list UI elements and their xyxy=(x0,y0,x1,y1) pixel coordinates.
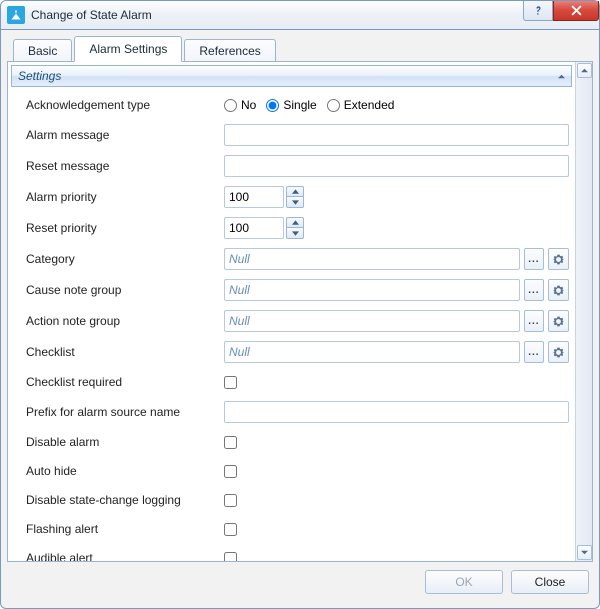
label-prefix-alarm-source: Prefix for alarm source name xyxy=(14,405,224,419)
checklist-input[interactable] xyxy=(224,341,520,363)
alarm-message-input[interactable] xyxy=(224,124,569,146)
window-body: Basic Alarm Settings References Settings… xyxy=(0,30,600,609)
section-title: Settings xyxy=(18,69,61,83)
tab-panel: Settings Acknowledgement type No Single … xyxy=(7,61,593,562)
label-disable-alarm: Disable alarm xyxy=(14,435,224,449)
vertical-scrollbar[interactable] xyxy=(575,62,592,561)
radio-extended-input[interactable] xyxy=(327,99,340,112)
label-action-note-group: Action note group xyxy=(14,314,224,328)
auto-hide-checkbox[interactable] xyxy=(224,465,237,478)
label-reset-message: Reset message xyxy=(14,159,224,173)
label-alarm-message: Alarm message xyxy=(14,128,224,142)
label-disable-state-change-logging: Disable state-change logging xyxy=(14,493,224,507)
scroll-up-button[interactable] xyxy=(577,63,592,78)
audible-alert-checkbox[interactable] xyxy=(224,552,237,562)
checklist-required-checkbox[interactable] xyxy=(224,376,237,389)
collapse-icon[interactable] xyxy=(558,69,565,83)
alarm-priority-down[interactable] xyxy=(286,197,304,208)
tab-strip: Basic Alarm Settings References xyxy=(13,36,593,62)
help-button[interactable] xyxy=(523,1,553,21)
radio-single[interactable]: Single xyxy=(266,98,316,112)
form-body: Acknowledgement type No Single Extended … xyxy=(8,87,575,561)
window-buttons xyxy=(523,1,599,29)
reset-priority-up[interactable] xyxy=(286,217,304,228)
close-button[interactable] xyxy=(553,1,599,21)
action-note-browse-button[interactable]: ... xyxy=(524,310,545,332)
label-ack-type: Acknowledgement type xyxy=(14,98,224,112)
alarm-priority-up[interactable] xyxy=(286,186,304,197)
label-flashing-alert: Flashing alert xyxy=(14,522,224,536)
checklist-gear-button[interactable] xyxy=(548,341,569,363)
tab-references[interactable]: References xyxy=(184,39,275,62)
radio-no[interactable]: No xyxy=(224,98,256,112)
flashing-alert-checkbox[interactable] xyxy=(224,523,237,536)
radio-single-input[interactable] xyxy=(266,99,279,112)
label-auto-hide: Auto hide xyxy=(14,464,224,478)
label-audible-alert: Audible alert xyxy=(14,551,224,561)
tab-alarm-settings[interactable]: Alarm Settings xyxy=(74,36,182,62)
label-reset-priority: Reset priority xyxy=(14,221,224,235)
close-dialog-button[interactable]: Close xyxy=(511,570,589,594)
cause-note-group-input[interactable] xyxy=(224,279,520,301)
alarm-priority-input[interactable] xyxy=(224,186,284,208)
reset-priority-down[interactable] xyxy=(286,228,304,239)
app-icon xyxy=(7,6,25,24)
cause-note-gear-button[interactable] xyxy=(548,279,569,301)
label-cause-note-group: Cause note group xyxy=(14,283,224,297)
label-checklist: Checklist xyxy=(14,345,224,359)
title-bar: Change of State Alarm xyxy=(0,0,600,30)
window-title: Change of State Alarm xyxy=(31,8,152,22)
category-browse-button[interactable]: ... xyxy=(524,248,545,270)
scroll-down-button[interactable] xyxy=(577,545,592,560)
category-input[interactable] xyxy=(224,248,520,270)
radio-extended[interactable]: Extended xyxy=(327,98,395,112)
label-category: Category xyxy=(14,252,224,266)
reset-message-input[interactable] xyxy=(224,155,569,177)
category-gear-button[interactable] xyxy=(548,248,569,270)
ok-button[interactable]: OK xyxy=(425,570,503,594)
disable-state-change-logging-checkbox[interactable] xyxy=(224,494,237,507)
label-alarm-priority: Alarm priority xyxy=(14,190,224,204)
dialog-footer: OK Close xyxy=(7,562,593,594)
tab-basic[interactable]: Basic xyxy=(13,39,72,62)
settings-section-header[interactable]: Settings xyxy=(11,65,572,87)
cause-note-browse-button[interactable]: ... xyxy=(524,279,545,301)
disable-alarm-checkbox[interactable] xyxy=(224,436,237,449)
reset-priority-input[interactable] xyxy=(224,217,284,239)
ack-type-radios: No Single Extended xyxy=(224,98,394,112)
action-note-gear-button[interactable] xyxy=(548,310,569,332)
label-checklist-required: Checklist required xyxy=(14,375,224,389)
radio-no-input[interactable] xyxy=(224,99,237,112)
prefix-alarm-source-input[interactable] xyxy=(224,401,569,423)
checklist-browse-button[interactable]: ... xyxy=(524,341,545,363)
action-note-group-input[interactable] xyxy=(224,310,520,332)
